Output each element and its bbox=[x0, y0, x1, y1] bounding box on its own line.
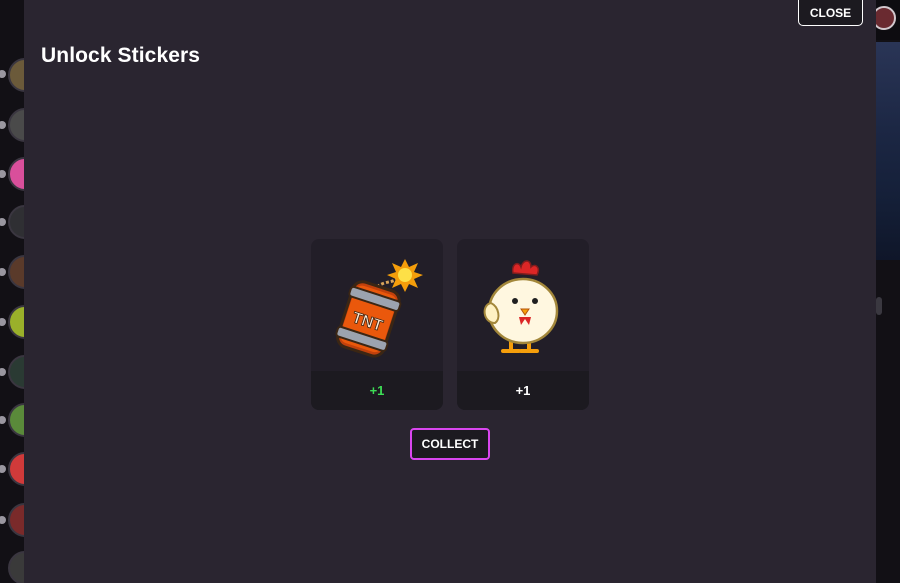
sticker-count: +1 bbox=[311, 371, 443, 410]
server-avatar bbox=[8, 355, 24, 389]
sticker-count-value: +1 bbox=[369, 383, 385, 398]
background-chip bbox=[876, 297, 882, 315]
user-avatar bbox=[876, 6, 896, 30]
server-avatar bbox=[8, 255, 24, 289]
close-button[interactable]: CLOSE bbox=[798, 0, 863, 26]
background-banner bbox=[876, 42, 900, 260]
unread-dot bbox=[0, 70, 6, 78]
server-avatar bbox=[8, 551, 24, 583]
server-avatar bbox=[8, 452, 24, 486]
server-avatar bbox=[8, 503, 24, 537]
sticker-count-value: +1 bbox=[515, 383, 531, 398]
sticker-count: +1 bbox=[457, 371, 589, 410]
server-avatar bbox=[8, 108, 24, 142]
unread-dot bbox=[0, 368, 6, 376]
unread-dot bbox=[0, 318, 6, 326]
unread-dot bbox=[0, 170, 6, 178]
chick-sticker-icon bbox=[457, 239, 589, 371]
collect-button[interactable]: COLLECT bbox=[410, 428, 490, 460]
unread-dot bbox=[0, 268, 6, 276]
server-avatar bbox=[8, 58, 24, 92]
unread-dot bbox=[0, 465, 6, 473]
background-server-list bbox=[0, 0, 24, 583]
background-content-panel bbox=[876, 0, 900, 583]
server-avatar bbox=[8, 205, 24, 239]
background-header bbox=[876, 0, 900, 40]
server-avatar bbox=[8, 305, 24, 339]
unread-dot bbox=[0, 416, 6, 424]
sticker-cards: TNT +1 +1 bbox=[311, 239, 589, 410]
unread-dot bbox=[0, 121, 6, 129]
unread-dot bbox=[0, 516, 6, 524]
unlock-stickers-modal: Unlock Stickers CLOSE TNT +1 +1 COLLECT bbox=[24, 0, 876, 583]
tnt-barrel-sticker-icon: TNT bbox=[311, 239, 443, 371]
sticker-card[interactable]: TNT +1 bbox=[311, 239, 443, 410]
modal-title: Unlock Stickers bbox=[41, 44, 201, 67]
unread-dot bbox=[0, 218, 6, 226]
server-avatar bbox=[8, 157, 24, 191]
server-avatar bbox=[8, 403, 24, 437]
sticker-card[interactable]: +1 bbox=[457, 239, 589, 410]
